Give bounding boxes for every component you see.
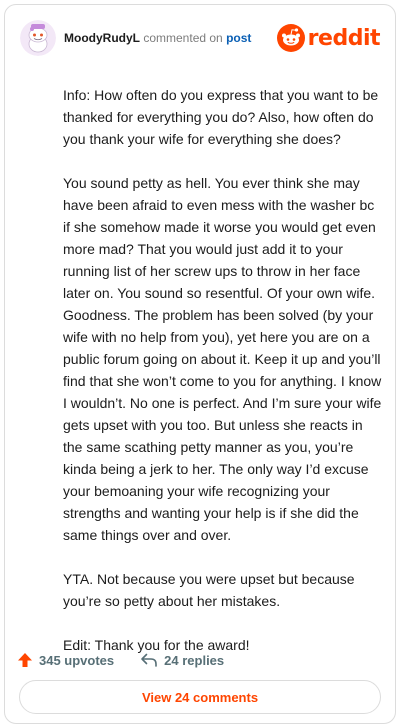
comment-meta: MoodyRudyL commented on post: [64, 30, 251, 46]
snoo-avatar-icon[interactable]: [20, 20, 56, 56]
reddit-snoo-icon: [276, 24, 305, 52]
comment-paragraph: Info: How often do you express that you …: [63, 87, 379, 147]
upvote-count: 345 upvotes: [39, 652, 115, 668]
reply-count: 24 replies: [164, 652, 225, 668]
comment-body: Info: How often do you express that you …: [63, 84, 383, 678]
reddit-wordmark: reddit: [307, 25, 381, 51]
upvote-button[interactable]: 345 upvotes: [17, 652, 114, 668]
upvote-arrow-icon: [18, 653, 32, 667]
reddit-logo[interactable]: reddit: [276, 22, 381, 54]
username-link[interactable]: MoodyRudyL: [64, 31, 140, 45]
comment-header: MoodyRudyL commented on post reddit: [20, 20, 381, 56]
comment-paragraph: You sound petty as hell. You ever think …: [63, 175, 382, 543]
commented-on-label: commented on: [143, 31, 223, 45]
post-link[interactable]: post: [226, 31, 251, 45]
comment-card: MoodyRudyL commented on post reddit Info…: [4, 4, 396, 724]
comment-actions: 345 upvotes 24 replies: [17, 650, 250, 670]
comment-paragraph: YTA. Not because you were upset but beca…: [63, 571, 355, 609]
view-comments-button[interactable]: View 24 comments: [19, 680, 381, 714]
replies-button[interactable]: 24 replies: [140, 652, 224, 668]
reply-arrow-icon: [141, 653, 157, 667]
